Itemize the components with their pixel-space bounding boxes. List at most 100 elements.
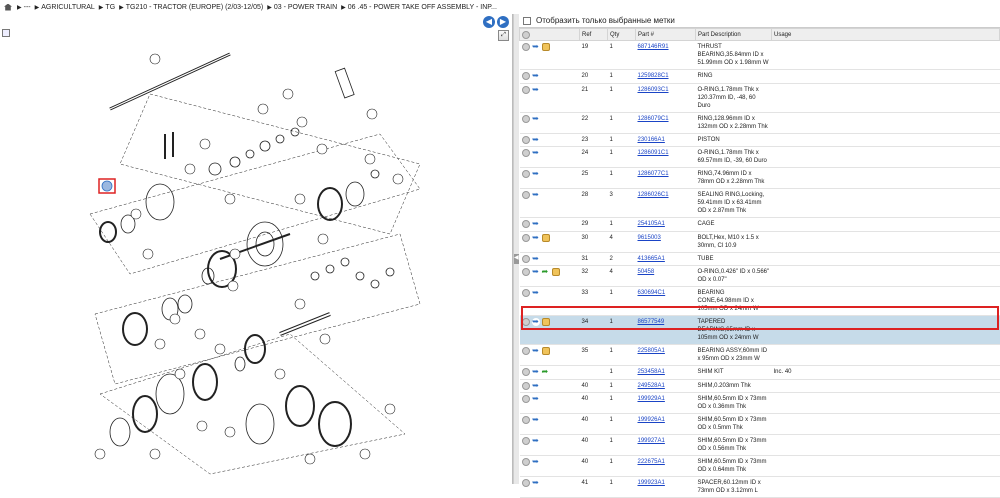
header-ref[interactable]: Ref (579, 28, 608, 41)
row-part-number-cell[interactable]: 9615003 (635, 231, 696, 253)
select-circle-icon[interactable] (521, 149, 530, 158)
header-select[interactable] (519, 28, 580, 41)
go-to-part-icon[interactable]: ➥ (531, 170, 540, 179)
table-row[interactable]: ➥ 31 2 413665A1 TUBE (519, 252, 1000, 267)
header-part[interactable]: Part # (635, 28, 696, 41)
row-part-number-cell[interactable]: 254105A1 (635, 217, 696, 232)
go-to-part-icon[interactable]: ➥ (531, 254, 540, 263)
go-to-part-icon[interactable]: ➥ (531, 416, 540, 425)
go-to-part-icon[interactable]: ➥ (531, 135, 540, 144)
select-circle-icon[interactable] (521, 416, 530, 425)
go-to-part-icon[interactable]: ➥ (531, 233, 540, 242)
header-description[interactable]: Part Description (695, 28, 772, 41)
select-all-icon[interactable] (522, 30, 530, 39)
row-part-number-cell[interactable]: 1286079C1 (635, 112, 696, 134)
row-part-number[interactable]: 630694C1 (638, 290, 666, 296)
header-usage[interactable]: Usage (771, 28, 1000, 41)
row-part-number-cell[interactable]: 199927A1 (635, 434, 696, 457)
go-to-part-icon[interactable]: ➥ (531, 268, 540, 277)
go-to-part-icon[interactable]: ➥ (531, 220, 540, 229)
go-to-part-icon[interactable]: ➥ (531, 395, 540, 404)
row-part-number-cell[interactable]: 225805A1 (635, 344, 696, 367)
table-row[interactable]: ➥ ➦ 32 4 50458 O-RING,0.426" ID x 0.566" OD x… (519, 265, 1000, 288)
row-part-number-cell[interactable]: 50458 (635, 265, 696, 288)
go-to-part-icon[interactable]: ➥ (531, 368, 540, 377)
row-part-number[interactable]: 687146R91 (638, 44, 669, 50)
table-row[interactable]: ➥ 41 1 199923A1 SPACER,60.12mm ID x 73mm OD … (519, 476, 1000, 498)
go-to-part-icon[interactable]: ➥ (531, 85, 540, 94)
row-part-number-cell[interactable]: 199923A1 (635, 476, 696, 498)
row-part-number-cell[interactable]: 249528A1 (635, 379, 696, 394)
row-part-number-cell[interactable]: 413665A1 (635, 252, 696, 267)
row-part-number-cell[interactable]: 1286093C1 (635, 83, 696, 113)
substitute-arrow-icon[interactable]: ➦ (542, 368, 550, 376)
table-row[interactable]: ➥ 24 1 1286091C1 O-RING,1.78mm Thk x 69.57mm… (519, 146, 1000, 169)
row-part-number[interactable]: 50458 (638, 269, 655, 275)
go-to-part-icon[interactable]: ➥ (531, 149, 540, 158)
select-circle-icon[interactable] (521, 170, 530, 179)
row-part-number-cell[interactable]: 687146R91 (635, 40, 696, 70)
table-row[interactable]: ➥ 30 4 9615003 BOLT,Hex, M10 x 1.5 x 30mm, C… (519, 231, 1000, 253)
package-icon[interactable] (541, 43, 550, 51)
package-icon[interactable] (541, 347, 550, 356)
table-row[interactable]: ➥ 25 1 1286077C1 RING,74.96mm ID x 78mm OD x… (519, 167, 1000, 190)
go-to-part-icon[interactable]: ➥ (531, 437, 540, 446)
go-to-part-icon[interactable]: ➥ (531, 114, 540, 123)
home-icon[interactable] (4, 3, 12, 11)
header-qty[interactable]: Qty (607, 28, 636, 41)
row-part-number-cell[interactable]: 222675A1 (635, 455, 696, 478)
row-part-number[interactable]: 199923A1 (638, 480, 665, 486)
row-part-number[interactable]: 1286079C1 (638, 116, 669, 122)
select-circle-icon[interactable] (521, 268, 530, 277)
select-circle-icon[interactable] (521, 72, 530, 80)
table-row[interactable]: ➥ 33 1 630694C1 BEARING CONE,64.98mm ID x 10… (519, 286, 1000, 317)
breadcrumb-item[interactable]: 06 .45 - POWER TAKE OFF ASSEMBLY - INP..… (348, 4, 497, 11)
table-row[interactable]: ➥ 20 1 1259828C1 RING (519, 69, 1000, 84)
select-circle-icon[interactable] (521, 114, 530, 123)
breadcrumb-item[interactable]: 03 - POWER TRAIN (274, 4, 337, 11)
go-to-part-icon[interactable]: ➥ (531, 191, 540, 200)
select-circle-icon[interactable] (521, 43, 530, 51)
select-circle-icon[interactable] (521, 254, 530, 263)
breadcrumb-item[interactable]: TG210 - TRACTOR (EUROPE) (2/03-12/05) (126, 4, 263, 11)
row-part-number-cell[interactable]: 630694C1 (635, 286, 696, 317)
row-part-number[interactable]: 1286077C1 (638, 171, 669, 177)
package-icon[interactable] (541, 318, 550, 327)
row-part-number-cell[interactable]: 1286026C1 (635, 188, 696, 219)
package-icon[interactable] (541, 233, 550, 242)
table-row[interactable]: ➥ 40 1 222675A1 SHIM,60.5mm ID x 73mm OD x 0… (519, 455, 1000, 478)
table-row[interactable]: ➥ 34 1 86577549 TAPERED BEARING,65mm ID x 10… (519, 315, 1000, 346)
row-part-number[interactable]: 249528A1 (638, 383, 665, 389)
row-part-number-cell[interactable]: 199929A1 (635, 392, 696, 415)
select-circle-icon[interactable] (521, 395, 530, 404)
row-part-number[interactable]: 199926A1 (638, 417, 665, 423)
row-part-number[interactable]: 413665A1 (638, 256, 665, 262)
go-to-part-icon[interactable]: ➥ (531, 72, 540, 80)
row-part-number-cell[interactable]: 86577549 (635, 315, 696, 346)
go-to-part-icon[interactable]: ➥ (531, 458, 540, 467)
table-row[interactable]: ➥ 35 1 225805A1 BEARING ASSY,60mm ID x 95mm … (519, 344, 1000, 367)
row-part-number-cell[interactable]: 1286091C1 (635, 146, 696, 169)
go-to-part-icon[interactable]: ➥ (531, 381, 540, 390)
table-row[interactable]: ➥ ➦ 1 253458A1 SHIM KIT Inc. 40 (519, 365, 1000, 380)
table-row[interactable]: ➥ 28 3 1286026C1 SEALING RING,Locking, 59.41… (519, 188, 1000, 219)
row-part-number[interactable]: 86577549 (638, 319, 665, 325)
select-circle-icon[interactable] (521, 479, 530, 488)
select-circle-icon[interactable] (521, 347, 530, 356)
row-part-number-cell[interactable]: 199926A1 (635, 413, 696, 436)
select-circle-icon[interactable] (521, 458, 530, 467)
table-row[interactable]: ➥ 19 1 687146R91 THRUST BEARING,35.84mm ID x… (519, 40, 1000, 70)
select-circle-icon[interactable] (521, 437, 530, 446)
row-part-number[interactable]: 199927A1 (638, 438, 665, 444)
go-to-part-icon[interactable]: ➥ (531, 318, 540, 327)
substitute-arrow-icon[interactable]: ➦ (542, 268, 550, 276)
select-circle-icon[interactable] (521, 135, 530, 144)
row-part-number[interactable]: 254105A1 (638, 221, 665, 227)
go-to-part-icon[interactable]: ➥ (531, 479, 540, 488)
exploded-diagram[interactable] (0, 14, 513, 484)
select-circle-icon[interactable] (521, 85, 530, 94)
row-part-number[interactable]: 230166A1 (638, 137, 665, 143)
row-part-number[interactable]: 1286093C1 (638, 87, 669, 93)
table-row[interactable]: ➥ 40 1 199929A1 SHIM,60.5mm ID x 73mm OD x 0… (519, 392, 1000, 415)
table-row[interactable]: ➥ 23 1 230166A1 PISTON (519, 133, 1000, 148)
